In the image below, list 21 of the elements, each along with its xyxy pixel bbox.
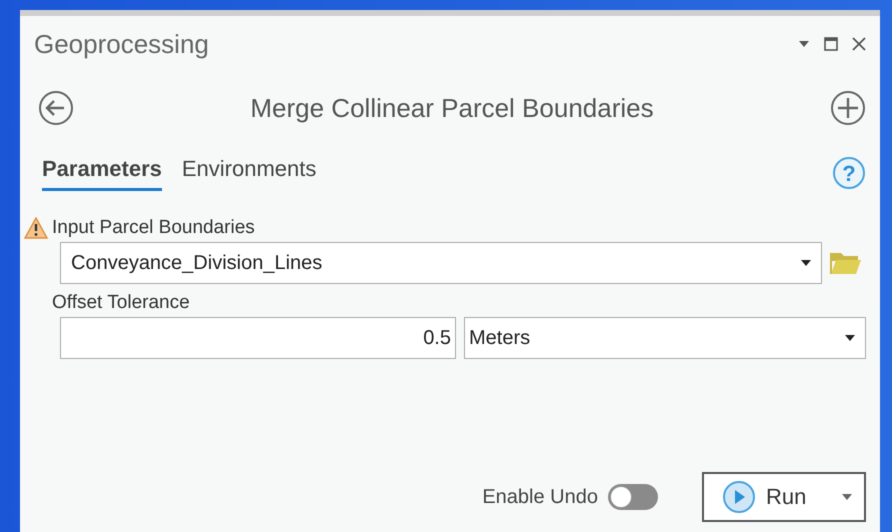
- tab[interactable]: Parameters: [42, 154, 162, 191]
- enable-undo-label: Enable Undo: [482, 486, 598, 508]
- run-button[interactable]: Run: [702, 472, 866, 522]
- dropdown-icon[interactable]: [798, 40, 810, 48]
- parameter-label: Input Parcel Boundaries: [52, 217, 255, 239]
- caret-icon: [842, 494, 852, 500]
- tab[interactable]: Environments: [182, 154, 316, 191]
- parameter-label: Offset Tolerance: [52, 292, 190, 314]
- dropdown-field[interactable]: Conveyance_Division_Lines: [60, 242, 822, 284]
- caret-icon: [801, 260, 811, 266]
- close-icon[interactable]: [852, 37, 866, 51]
- add-icon[interactable]: [830, 90, 866, 126]
- caret-icon: [845, 335, 855, 341]
- tool-title: Merge Collinear Parcel Boundaries: [249, 92, 655, 124]
- toggle-switch[interactable]: [608, 484, 658, 510]
- back-icon[interactable]: [38, 90, 74, 126]
- maximize-icon[interactable]: [824, 37, 838, 51]
- play-icon: [722, 480, 756, 514]
- value-input[interactable]: 0.5: [60, 317, 456, 359]
- pane-title: Geoprocessing: [34, 28, 209, 60]
- unit-dropdown[interactable]: Meters: [464, 317, 866, 359]
